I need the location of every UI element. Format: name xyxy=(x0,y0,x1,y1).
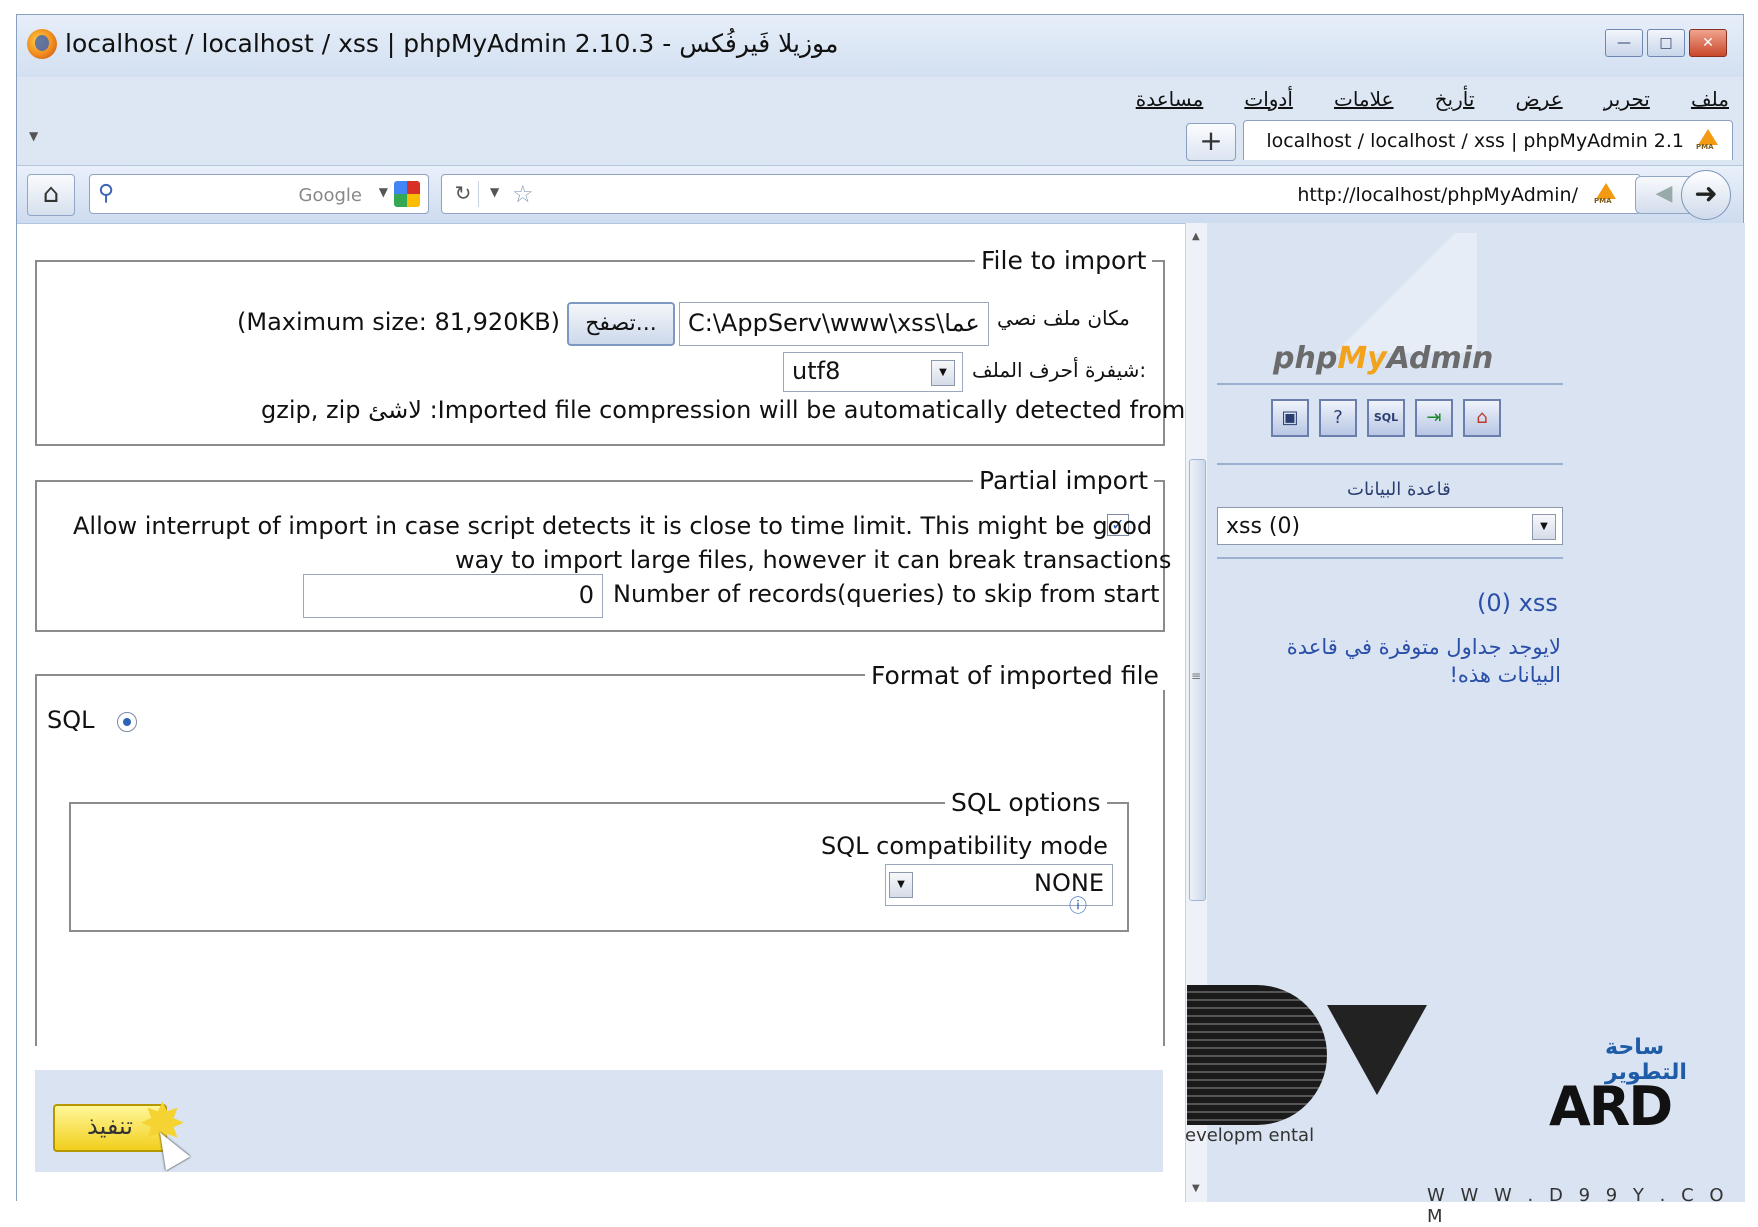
charset-label: شيفرة أحرف الملف: xyxy=(972,358,1147,382)
bookmark-star-icon[interactable]: ☆ xyxy=(512,180,534,208)
scroll-grip-icon: ≡ xyxy=(1191,669,1202,683)
tab-title: localhost / localhost / xss | phpMyAdmin… xyxy=(1266,130,1684,152)
divider-2 xyxy=(1217,463,1563,465)
logo-php: php xyxy=(1273,341,1338,376)
menu-tools[interactable]: أدوات xyxy=(1244,87,1293,111)
help-icon[interactable]: ? xyxy=(1319,399,1357,437)
divider xyxy=(1217,383,1563,385)
watermark-text: evelopm ental xyxy=(1185,1125,1315,1146)
phpmyadmin-logo[interactable]: phpMyAdmin xyxy=(1273,341,1493,376)
exit-icon[interactable]: ⇥ xyxy=(1415,399,1453,437)
menu-bar: ملف تحرير عرض تأريخ علامات أدوات مساعدة xyxy=(17,77,1743,117)
new-tab-button[interactable]: + xyxy=(1186,123,1236,161)
menu-bookmarks[interactable]: علامات xyxy=(1334,87,1394,111)
url-bar[interactable]: ↻ ▼ ☆ http://localhost/phpMyAdmin/ xyxy=(441,174,1641,214)
charset-dropdown-icon[interactable]: ▼ xyxy=(931,360,955,386)
tab-strip: ▼ + localhost / localhost / xss | phpMyA… xyxy=(17,117,1743,165)
watermark-d-logo xyxy=(1187,985,1327,1125)
chevron-down-icon[interactable]: ▼ xyxy=(379,185,388,199)
interrupt-text-1: Allow interrupt of import in case script… xyxy=(73,512,1153,540)
pma-sail-logo-icon xyxy=(1337,233,1477,353)
search-engine-label: Google xyxy=(298,185,362,206)
back-forward: ◀ ➜ xyxy=(1635,170,1731,220)
database-dropdown-icon[interactable]: ▼ xyxy=(1532,514,1556,540)
menu-view[interactable]: عرض xyxy=(1515,87,1562,111)
forward-button[interactable]: ➜ xyxy=(1681,170,1731,220)
divider-3 xyxy=(1217,557,1563,559)
site-identity-icon xyxy=(1594,183,1618,205)
query-window-icon[interactable]: ▣ xyxy=(1271,399,1309,437)
db-info-link[interactable]: (0) xss xyxy=(1477,589,1558,617)
file-label: مكان ملف نصي xyxy=(997,306,1130,330)
compat-label: SQL compatibility mode xyxy=(821,832,1108,860)
legend-format: Format of imported file xyxy=(865,661,1165,690)
window-controls: — □ ✕ xyxy=(1605,29,1727,57)
format-sql-label: SQL xyxy=(47,706,95,734)
search-box[interactable]: ⚲ Google ▼ xyxy=(89,174,429,214)
minimize-button[interactable]: — xyxy=(1605,29,1643,57)
close-button[interactable]: ✕ xyxy=(1689,29,1727,57)
menu-edit[interactable]: تحرير xyxy=(1604,87,1650,111)
browser-window: localhost / localhost / xss | phpMyAdmin… xyxy=(16,14,1745,1227)
reload-icon[interactable]: ↻ xyxy=(448,181,479,207)
firefox-logo-icon xyxy=(27,29,57,59)
skip-label: Number of records(queries) to skip from … xyxy=(613,580,1160,608)
charset-value: utf8 xyxy=(792,357,841,385)
scroll-up-icon[interactable]: ▲ xyxy=(1192,231,1200,242)
home-icon[interactable]: ⌂ xyxy=(1463,399,1501,437)
watermark-url: W W W . D 9 9 Y . C O M xyxy=(1427,1185,1729,1227)
google-icon[interactable] xyxy=(394,181,420,207)
watermark-logo-text: ARD xyxy=(1549,1075,1673,1138)
pma-favicon-icon xyxy=(1696,129,1720,151)
menu-history[interactable]: تأريخ xyxy=(1435,87,1475,111)
legend-sql-options: SQL options xyxy=(945,788,1107,817)
max-size-label: (Maximum size: 81,920KB) xyxy=(237,308,561,336)
logo-admin: Admin xyxy=(1386,341,1494,376)
title-bar: localhost / localhost / xss | phpMyAdmin… xyxy=(17,15,1743,77)
maximize-button[interactable]: □ xyxy=(1647,29,1685,57)
search-icon: ⚲ xyxy=(98,181,115,206)
menu-file[interactable]: ملف xyxy=(1691,87,1729,111)
no-tables-message: لايوجد جداول متوفرة في قاعدة البيانات هذ… xyxy=(1286,635,1561,687)
db-label: قاعدة البيانات xyxy=(1347,479,1451,500)
compat-dropdown-icon[interactable]: ▼ xyxy=(889,872,913,898)
skip-value: 0 xyxy=(578,581,594,609)
tab-phpmyadmin[interactable]: localhost / localhost / xss | phpMyAdmin… xyxy=(1243,120,1733,160)
legend-file-to-import: File to import xyxy=(975,246,1153,275)
button-strip xyxy=(35,1070,1163,1172)
d99y-watermark: ساحة التطوير ARD evelopm ental W W W . D… xyxy=(1177,985,1737,1227)
watermark-y-logo xyxy=(1327,1005,1427,1095)
file-path-input[interactable]: C:\AppServ\www\xss\عما xyxy=(679,302,989,346)
info-icon[interactable]: ⓘ xyxy=(1069,892,1087,918)
interrupt-text-2: way to import large files, however it ca… xyxy=(455,546,1172,574)
browse-button[interactable]: تصفح... xyxy=(567,302,675,346)
main-frame: File to import مكان ملف نصي C:\AppServ\w… xyxy=(17,223,1185,1203)
database-select[interactable]: xss (0) ▼ xyxy=(1217,507,1563,545)
skip-input[interactable]: 0 xyxy=(303,574,603,618)
format-sql-radio[interactable] xyxy=(117,712,137,732)
url-text: http://localhost/phpMyAdmin/ xyxy=(1297,184,1578,206)
legend-partial-import: Partial import xyxy=(973,466,1155,495)
history-dropdown-icon[interactable]: ▼ xyxy=(490,185,499,199)
database-select-value: xss (0) xyxy=(1226,514,1301,539)
logo-my: My xyxy=(1337,341,1387,376)
navigation-toolbar: ⌂ ⚲ Google ▼ ↻ ▼ ☆ http://localhost/phpM… xyxy=(17,165,1743,224)
menu-help[interactable]: مساعدة xyxy=(1136,87,1204,111)
home-button[interactable]: ⌂ xyxy=(27,174,75,216)
window-title: localhost / localhost / xss | phpMyAdmin… xyxy=(65,29,839,58)
sql-docs-icon[interactable]: SQL xyxy=(1367,399,1405,437)
quick-icons: ▣ ? SQL ⇥ ⌂ xyxy=(1271,399,1501,437)
compression-note: gzip, zip لاشئ :Imported file compressio… xyxy=(261,396,1186,424)
tab-list-icon[interactable]: ▼ xyxy=(29,129,38,143)
